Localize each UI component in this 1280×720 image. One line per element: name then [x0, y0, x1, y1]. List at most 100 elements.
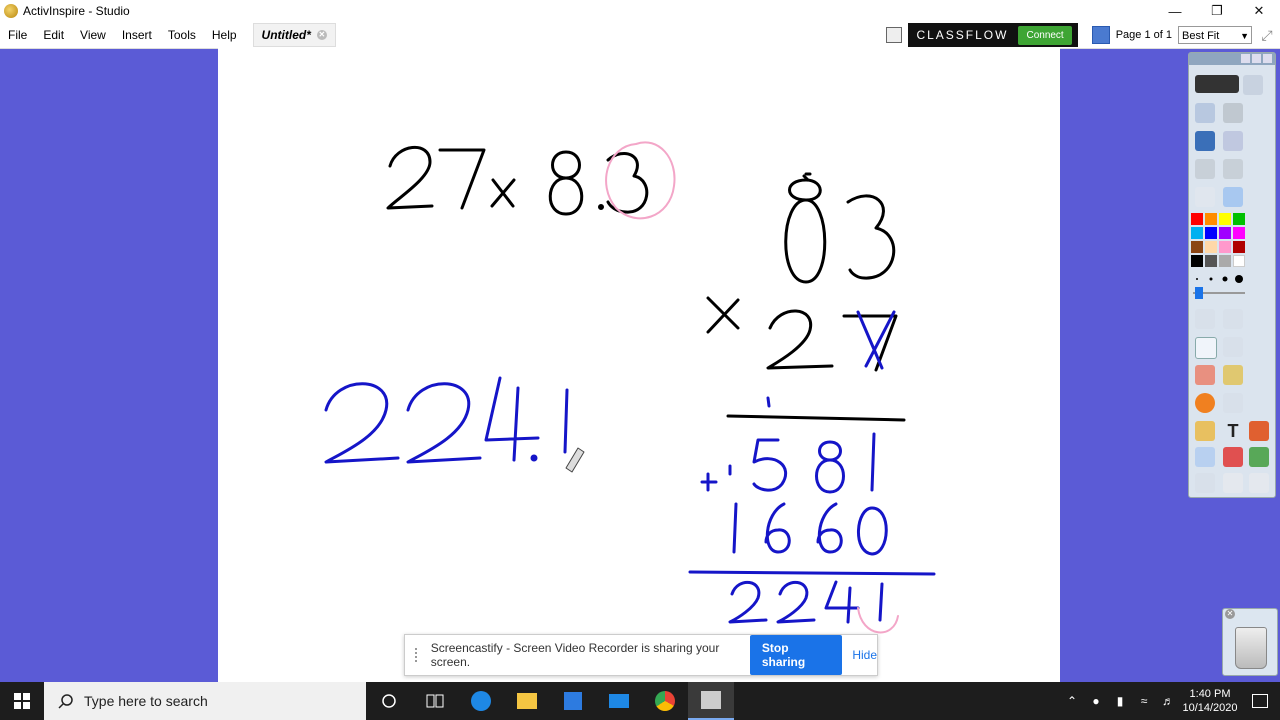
ink-pink-arc — [857, 607, 899, 634]
page-notes-icon[interactable] — [886, 27, 903, 43]
globe-icon[interactable] — [1223, 187, 1243, 207]
pen-width-selector[interactable] — [1193, 271, 1247, 283]
text-tool-icon[interactable]: T — [1223, 421, 1243, 441]
cortana-icon[interactable] — [366, 682, 412, 720]
window-controls: — ❐ ✕ — [1154, 0, 1280, 22]
menu-tools[interactable]: Tools — [160, 22, 204, 48]
main-toolbox: T — [1188, 52, 1276, 498]
toolbox-pin-icon[interactable] — [1241, 54, 1250, 63]
shape-icon[interactable] — [1195, 393, 1215, 413]
menu-file[interactable]: File — [0, 22, 35, 48]
color-swatch[interactable] — [1219, 255, 1231, 267]
taskbar-search[interactable]: Type here to search — [44, 682, 366, 720]
windows-taskbar: Type here to search ⌃ ● ▮ ≈ ♬ 1:40 PM 10… — [0, 682, 1280, 720]
play-icon[interactable] — [1195, 187, 1215, 207]
color-swatch[interactable] — [1219, 227, 1231, 239]
color-swatch[interactable] — [1191, 255, 1203, 267]
fullscreen-icon[interactable]: ⤢ — [1258, 26, 1276, 44]
drag-handle-icon[interactable] — [415, 648, 421, 662]
microphone-icon[interactable]: ● — [1084, 682, 1108, 720]
color-swatch[interactable] — [1233, 241, 1245, 253]
volume-icon[interactable]: ♬ — [1156, 682, 1180, 720]
page-browser-icon[interactable] — [1091, 26, 1110, 44]
color-swatch[interactable] — [1191, 213, 1203, 225]
windows-logo-icon — [14, 693, 30, 709]
close-button[interactable]: ✕ — [1238, 0, 1280, 22]
pen-settings-icon[interactable] — [1243, 75, 1263, 95]
color-swatch[interactable] — [1205, 255, 1217, 267]
eraser-icon[interactable] — [1195, 365, 1215, 385]
maximize-button[interactable]: ❐ — [1196, 0, 1238, 22]
minimize-button[interactable]: — — [1154, 0, 1196, 22]
color-swatch[interactable] — [1233, 227, 1245, 239]
trash-can-icon — [1235, 627, 1267, 669]
color-swatch[interactable] — [1205, 227, 1217, 239]
shapes-library-icon[interactable] — [1249, 421, 1269, 441]
start-button[interactable] — [0, 682, 44, 720]
mail-icon[interactable] — [596, 682, 642, 720]
chrome-icon[interactable] — [642, 682, 688, 720]
color-swatch[interactable] — [1219, 213, 1231, 225]
menu-help[interactable]: Help — [204, 22, 245, 48]
highlighter-icon[interactable] — [1223, 337, 1243, 357]
select-arrow-icon[interactable] — [1195, 309, 1215, 329]
activinspire-taskbar-icon[interactable] — [688, 682, 734, 720]
page-indicator: Page 1 of 1 — [1115, 29, 1172, 41]
fill-icon[interactable] — [1223, 365, 1243, 385]
connect-button[interactable]: Connect — [1018, 25, 1072, 45]
next-page-icon[interactable] — [1223, 159, 1243, 179]
title-bar: ActivInspire - Studio — ❐ ✕ — [0, 0, 1280, 22]
color-swatch[interactable] — [1205, 213, 1217, 225]
toolbox-close-icon[interactable] — [1263, 54, 1272, 63]
notification-icon[interactable] — [1240, 682, 1280, 720]
pen-tool-icon[interactable] — [1195, 337, 1217, 359]
open-in-classflow-icon[interactable] — [1195, 75, 1239, 93]
wifi-icon[interactable]: ≈ — [1132, 682, 1156, 720]
zoom-select[interactable]: Best Fit ▼ — [1178, 26, 1252, 44]
flipchart-canvas[interactable] — [218, 48, 1060, 682]
trash-close-icon[interactable]: ✕ — [1225, 609, 1235, 619]
sharing-message: Screencastify - Screen Video Recorder is… — [430, 641, 720, 669]
menu-view[interactable]: View — [72, 22, 114, 48]
reset-page-icon[interactable] — [1223, 447, 1243, 467]
edge-icon[interactable] — [458, 682, 504, 720]
classflow-panel: CLASSFLOW Connect — [908, 23, 1078, 47]
store-icon[interactable] — [550, 682, 596, 720]
marquee-select-icon[interactable] — [1223, 309, 1243, 329]
previous-page-icon[interactable] — [1195, 159, 1215, 179]
reveal-icon[interactable] — [1195, 447, 1215, 467]
tools-icon[interactable] — [1223, 131, 1243, 151]
color-swatch[interactable] — [1233, 255, 1245, 267]
tab-close-icon[interactable]: ✕ — [316, 30, 327, 40]
color-swatch[interactable] — [1191, 241, 1203, 253]
clock[interactable]: 1:40 PM 10/14/2020 — [1180, 687, 1240, 715]
toolbox-options-icon[interactable] — [1252, 54, 1261, 63]
color-swatch[interactable] — [1191, 227, 1203, 239]
stop-sharing-button[interactable]: Stop sharing — [749, 635, 843, 675]
battery-icon[interactable]: ▮ — [1108, 682, 1132, 720]
redo-icon[interactable] — [1223, 473, 1243, 493]
document-tab[interactable]: Untitled* ✕ — [252, 23, 336, 47]
file-explorer-icon[interactable] — [504, 682, 550, 720]
pen-width-slider[interactable] — [1193, 287, 1245, 299]
task-view-icon[interactable] — [412, 682, 458, 720]
resource-library-icon[interactable] — [1249, 447, 1269, 467]
magic-ink-icon[interactable] — [1195, 421, 1215, 441]
hide-button[interactable]: Hide — [852, 648, 877, 662]
color-swatch[interactable] — [1233, 213, 1245, 225]
color-swatch[interactable] — [1205, 241, 1217, 253]
menu-insert[interactable]: Insert — [114, 22, 160, 48]
slider-thumb[interactable] — [1195, 287, 1203, 299]
camera-icon[interactable] — [1195, 131, 1215, 151]
flipchart-icon[interactable] — [1195, 103, 1215, 123]
undo-icon[interactable] — [1195, 473, 1215, 493]
flipchart-trash[interactable]: ✕ — [1222, 608, 1278, 676]
toolbox-more-icon[interactable] — [1249, 473, 1269, 493]
menu-edit[interactable]: Edit — [35, 22, 72, 48]
system-tray: ⌃ ● ▮ ≈ ♬ 1:40 PM 10/14/2020 — [1060, 682, 1280, 720]
chevron-up-icon[interactable]: ⌃ — [1060, 682, 1084, 720]
toolbox-header — [1189, 53, 1275, 65]
color-swatch[interactable] — [1219, 241, 1231, 253]
connector-icon[interactable] — [1223, 393, 1243, 413]
browser-icon[interactable] — [1223, 103, 1243, 123]
